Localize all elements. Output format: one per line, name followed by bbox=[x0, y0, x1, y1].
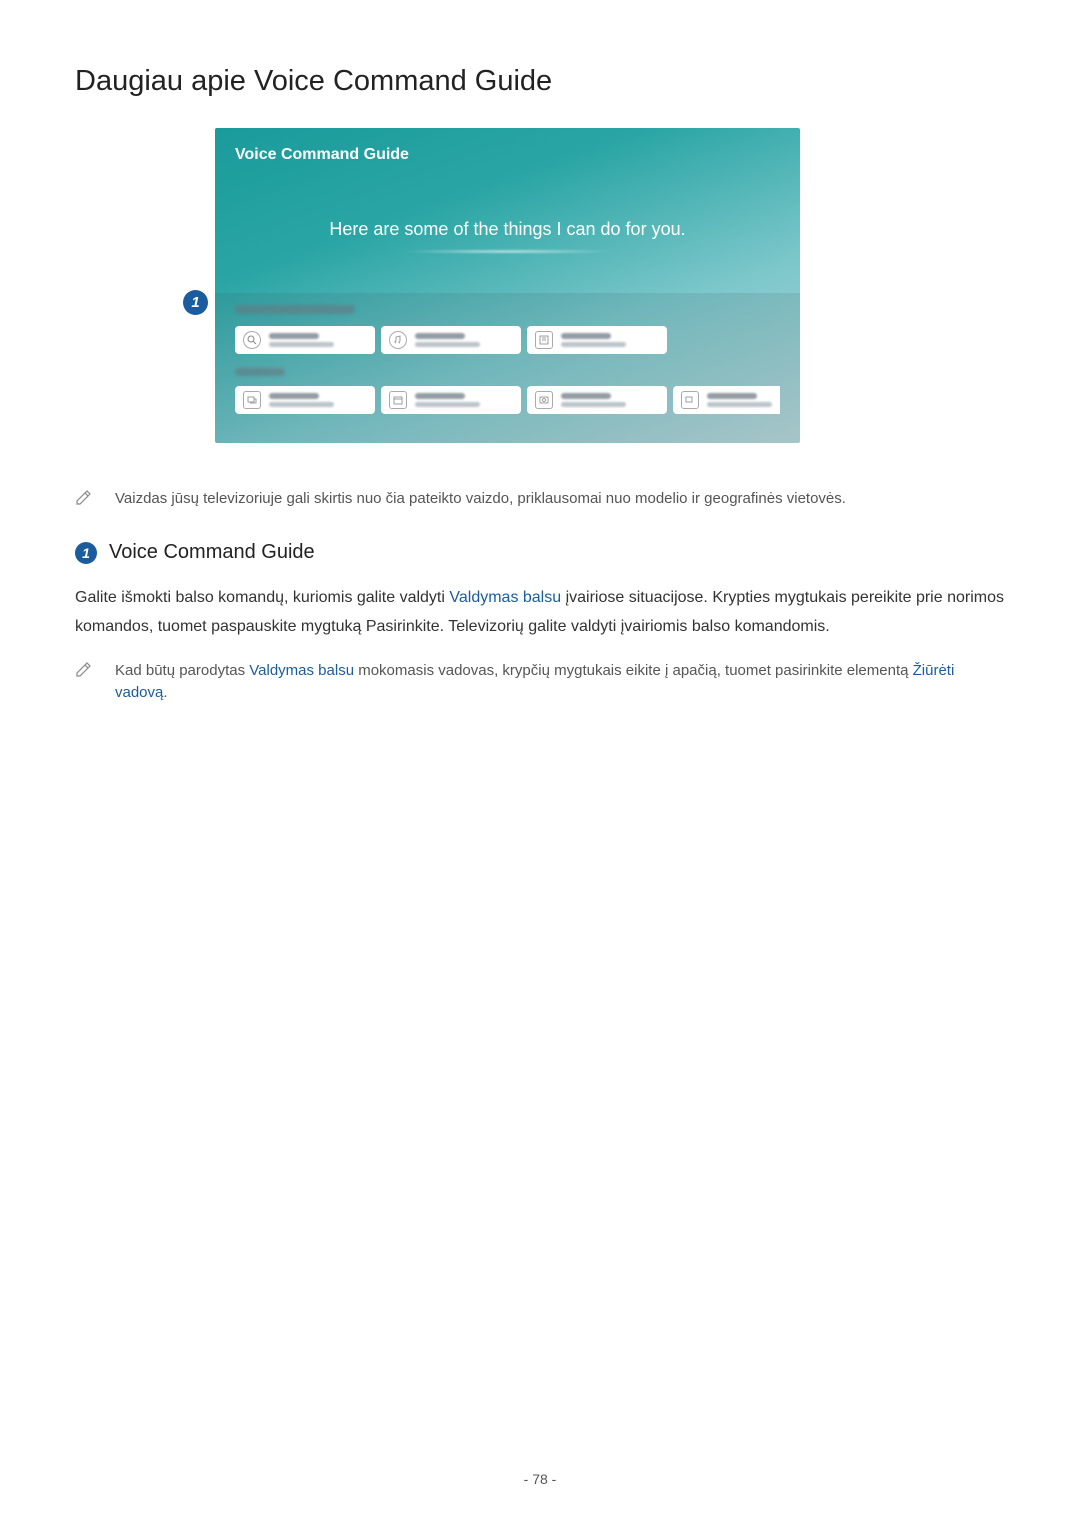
blurred-section-label bbox=[235, 305, 355, 314]
body-text-pre: Galite išmokti balso komandų, kuriomis g… bbox=[75, 589, 449, 606]
section-heading: Voice Command Guide bbox=[109, 541, 315, 564]
switch-channel-icon bbox=[243, 391, 261, 409]
section-heading-row: 1 Voice Command Guide bbox=[75, 541, 1005, 564]
blurred-section-label-2 bbox=[235, 368, 285, 376]
page-number: - 78 - bbox=[0, 1471, 1080, 1487]
note2-pre: Kad būtų parodytas bbox=[115, 662, 249, 679]
screenshot-lower-panel bbox=[215, 293, 800, 443]
pencil-icon bbox=[75, 662, 93, 683]
pencil-icon bbox=[75, 490, 93, 511]
command-card bbox=[381, 326, 521, 354]
guide-icon bbox=[535, 331, 553, 349]
command-card bbox=[235, 326, 375, 354]
schedule-icon bbox=[535, 391, 553, 409]
screenshot-title: Voice Command Guide bbox=[235, 146, 780, 164]
tv-guide-icon bbox=[389, 391, 407, 409]
glow-divider bbox=[398, 250, 618, 253]
link-valdymas-balsu: Valdymas balsu bbox=[449, 589, 561, 606]
command-card bbox=[673, 386, 780, 414]
card-row-2 bbox=[235, 386, 780, 414]
card-row-1 bbox=[235, 326, 780, 354]
voice-command-screenshot: Voice Command Guide Here are some of the… bbox=[215, 128, 800, 443]
page-heading: Daugiau apie Voice Command Guide bbox=[75, 65, 1005, 98]
search-icon bbox=[243, 331, 261, 349]
note-row-2: Kad būtų parodytas Valdymas balsu mokoma… bbox=[75, 660, 1005, 705]
note-text-1: Vaizdas jūsų televizoriuje gali skirtis … bbox=[115, 488, 846, 511]
note-text-2: Kad būtų parodytas Valdymas balsu mokoma… bbox=[115, 660, 1005, 705]
link-valdymas-balsu-2: Valdymas balsu bbox=[249, 662, 354, 679]
command-card bbox=[527, 326, 667, 354]
music-icon bbox=[389, 331, 407, 349]
callout-badge-1: 1 bbox=[183, 290, 208, 315]
command-card bbox=[381, 386, 521, 414]
record-icon bbox=[681, 391, 699, 409]
note2-mid: mokomasis vadovas, krypčių mygtukais eik… bbox=[354, 662, 913, 679]
section-badge-1: 1 bbox=[75, 542, 97, 564]
note2-post: . bbox=[163, 684, 167, 701]
note-row-1: Vaizdas jūsų televizoriuje gali skirtis … bbox=[75, 488, 1005, 511]
screenshot-subtitle: Here are some of the things I can do for… bbox=[235, 219, 780, 240]
command-card bbox=[235, 386, 375, 414]
screenshot-wrapper: 1 Voice Command Guide Here are some of t… bbox=[215, 128, 1005, 443]
section-body: Galite išmokti balso komandų, kuriomis g… bbox=[75, 584, 1005, 642]
command-card bbox=[527, 386, 667, 414]
